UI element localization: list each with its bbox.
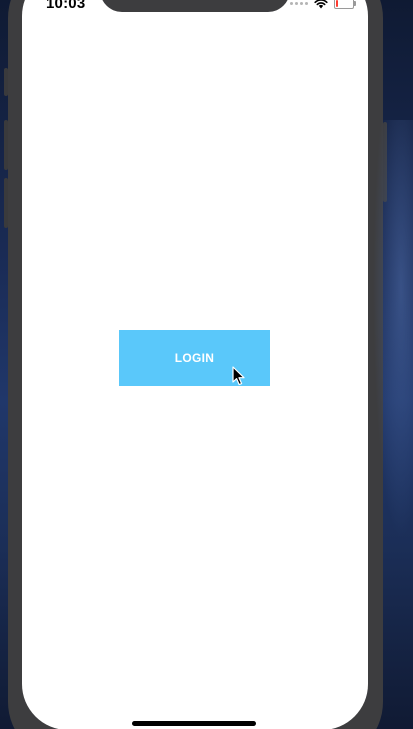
device-screen: 10:03 LOGIN (22, 0, 368, 729)
battery-level-fill (336, 0, 338, 7)
wifi-icon (314, 0, 328, 9)
device-notch (100, 0, 290, 12)
status-time: 10:03 (46, 0, 86, 12)
login-button[interactable]: LOGIN (119, 330, 270, 386)
home-indicator[interactable] (132, 721, 256, 726)
status-icons (290, 0, 356, 9)
signal-dots-icon (290, 2, 308, 5)
desktop-background: 10:03 LOGIN (0, 0, 413, 729)
battery-icon (334, 0, 356, 9)
right-side-button (383, 122, 387, 202)
